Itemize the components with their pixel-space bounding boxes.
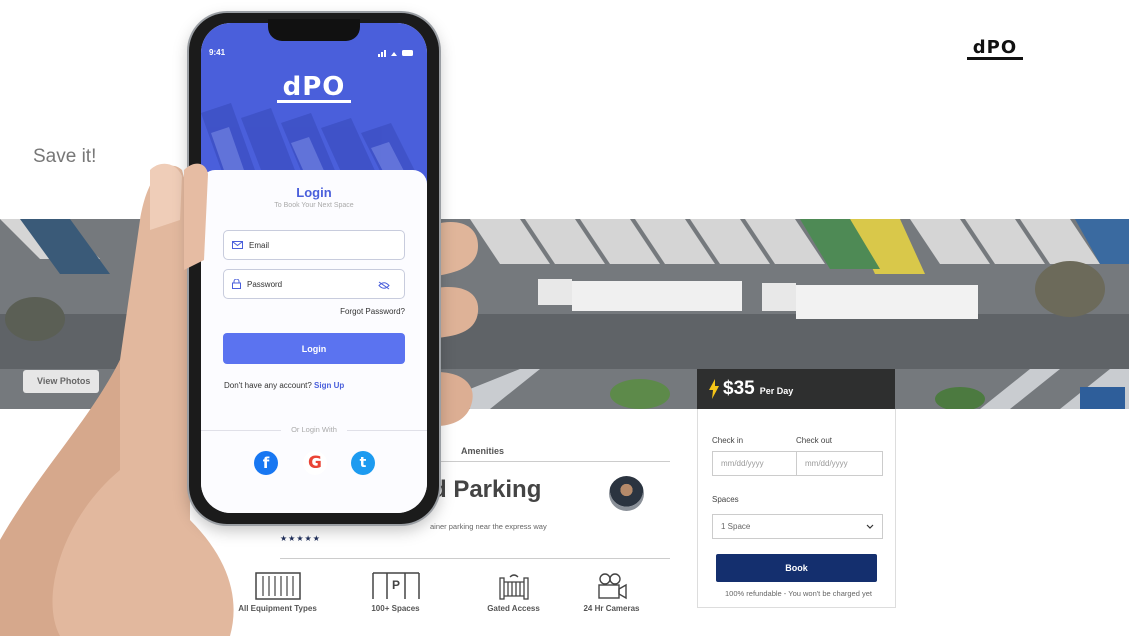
brand-logo[interactable]: dPO — [967, 37, 1023, 60]
password-placeholder: Password — [247, 279, 283, 289]
phone-logo-text: dPO — [282, 72, 346, 102]
checkin-label: Check in — [712, 436, 744, 445]
camera-icon — [597, 573, 627, 600]
phone-logo: dPO — [277, 72, 351, 103]
checkout-input[interactable]: mm/dd/yyyy — [796, 451, 883, 476]
email-placeholder: Email — [249, 240, 270, 250]
signup-row: Don't have any account? Sign Up — [224, 381, 344, 390]
amenity-label: Gated Access — [487, 604, 540, 613]
book-button[interactable]: Book — [716, 554, 877, 582]
gate-icon — [498, 574, 529, 600]
email-field[interactable]: Email — [223, 230, 405, 260]
logo-underline — [967, 57, 1023, 60]
spaces-value: 1 Space — [721, 522, 751, 531]
checkout-label: Check out — [796, 436, 833, 445]
host-avatar[interactable] — [609, 476, 644, 511]
amenity-label: 24 Hr Cameras — [583, 604, 640, 613]
phone-time: 9:41 — [209, 48, 226, 57]
spaces-label: Spaces — [712, 495, 739, 504]
status-icons — [378, 50, 413, 57]
brand-logo-text: dPO — [972, 37, 1018, 58]
forgot-password-link[interactable]: Forgot Password? — [340, 307, 405, 316]
thumb-illustration — [184, 163, 208, 270]
price-amount: $35 — [723, 378, 755, 399]
facebook-icon[interactable]: f — [254, 451, 278, 475]
signup-link[interactable]: Sign Up — [314, 381, 344, 390]
eye-off-icon[interactable] — [378, 281, 390, 290]
spaces-select[interactable]: 1 Space — [712, 514, 883, 539]
login-button[interactable]: Login — [223, 333, 405, 364]
phone-notch — [268, 19, 360, 41]
or-login-with: Or Login With — [281, 425, 347, 434]
refund-note: 100% refundable - You won't be charged y… — [725, 589, 872, 598]
amenity-gated: Gated Access — [466, 572, 561, 613]
checkin-input[interactable]: mm/dd/yyyy — [712, 451, 797, 476]
phone-logo-underline — [277, 100, 351, 103]
google-icon[interactable]: G — [303, 451, 327, 475]
price-banner: $35 Per Day — [697, 369, 895, 409]
amenity-cameras: 24 Hr Cameras — [564, 572, 659, 613]
password-field[interactable]: Password — [223, 269, 405, 299]
price-per: Per Day — [759, 385, 794, 396]
twitter-icon[interactable]: t — [351, 451, 375, 475]
chevron-down-icon — [866, 524, 874, 529]
no-account-text: Don't have any account? — [224, 381, 312, 390]
lock-icon — [232, 279, 241, 289]
lightning-icon — [709, 379, 719, 399]
